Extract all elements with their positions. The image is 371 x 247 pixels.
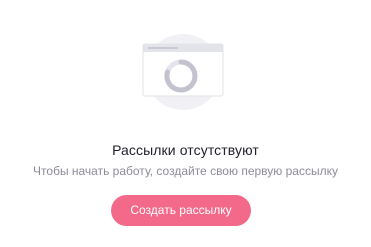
create-mailing-button[interactable]: Создать рассылку [111,195,251,226]
empty-browser-window-loading-icon [138,30,228,110]
empty-state-subtitle: Чтобы начать работу, создайте свою перву… [33,164,338,178]
empty-state-title: Рассылки отсутствуют [112,142,259,158]
empty-state: Рассылки отсутствуют Чтобы начать работу… [0,0,371,247]
illustration-svg [142,34,224,110]
window-titlebar-line [148,47,178,49]
